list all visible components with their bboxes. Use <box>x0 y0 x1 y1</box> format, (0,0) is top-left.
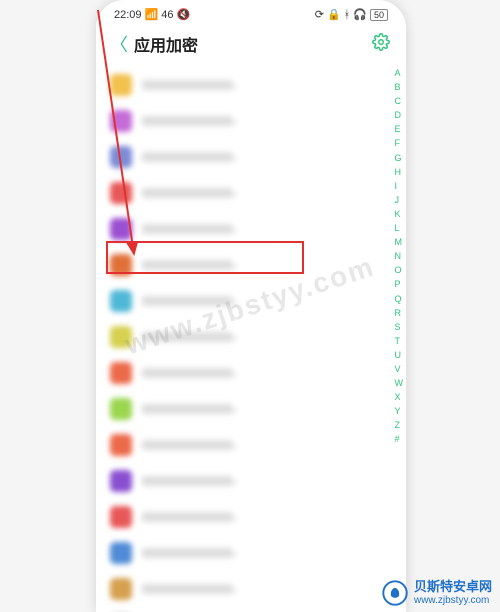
brand-logo-icon <box>382 580 408 606</box>
app-name-label <box>142 440 232 450</box>
app-icon <box>110 218 132 240</box>
brand-url: www.zjbstyy.com <box>414 595 492 607</box>
chevron-right-icon: › <box>232 365 237 381</box>
nav-bar: 〈 应用加密 <box>96 25 406 67</box>
chevron-right-icon: › <box>232 329 237 345</box>
chevron-right-icon: › <box>232 257 237 273</box>
app-row[interactable]: › <box>96 427 406 463</box>
app-icon <box>110 110 132 132</box>
app-row[interactable]: › <box>96 463 406 499</box>
app-name-label <box>142 332 232 342</box>
sync-icon: ⟳ <box>315 8 324 21</box>
app-row[interactable]: › <box>96 211 406 247</box>
app-name-label <box>142 296 232 306</box>
app-icon <box>110 398 132 420</box>
brand-name: 贝斯特安卓网 <box>414 580 492 595</box>
app-name-label <box>142 116 232 126</box>
app-row[interactable]: › <box>96 607 406 612</box>
app-name-label <box>142 80 232 90</box>
app-row[interactable]: › <box>96 67 406 103</box>
signal-icon: 📶 <box>145 8 159 21</box>
chevron-right-icon: › <box>232 149 237 165</box>
app-row[interactable]: › <box>96 283 406 319</box>
app-icon <box>110 290 132 312</box>
page-title: 应用加密 <box>134 32 198 56</box>
back-button[interactable]: 〈 <box>110 31 128 57</box>
chevron-right-icon: › <box>232 293 237 309</box>
app-name-label <box>142 368 232 378</box>
app-icon <box>110 254 132 276</box>
battery-icon: 50 <box>370 9 388 21</box>
app-name-label <box>142 584 232 594</box>
chevron-right-icon: › <box>232 509 237 525</box>
chevron-right-icon: › <box>232 185 237 201</box>
app-row[interactable]: › <box>96 535 406 571</box>
app-name-label <box>142 260 232 270</box>
chevron-right-icon: › <box>232 221 237 237</box>
app-row[interactable]: › <box>96 571 406 607</box>
app-row[interactable]: › <box>96 319 406 355</box>
watermark-brand: 贝斯特安卓网 www.zjbstyy.com <box>382 580 492 606</box>
bluetooth-icon: ᚼ <box>344 9 351 21</box>
mute-icon: 🔇 <box>176 8 190 21</box>
chevron-right-icon: › <box>232 77 237 93</box>
settings-button[interactable] <box>372 33 390 56</box>
status-extra: 46 <box>161 9 173 21</box>
app-name-label <box>142 188 232 198</box>
app-row[interactable]: › <box>96 247 406 283</box>
chevron-right-icon: › <box>232 437 237 453</box>
app-icon <box>110 434 132 456</box>
chevron-right-icon: › <box>232 545 237 561</box>
app-row[interactable]: › <box>96 499 406 535</box>
app-name-label <box>142 476 232 486</box>
chevron-right-icon: › <box>232 473 237 489</box>
app-list: ABCDEFGHIJKLMNOPQRSTUVWXYZ# ››››››››››››… <box>96 67 406 612</box>
app-icon <box>110 470 132 492</box>
chevron-right-icon: › <box>232 401 237 417</box>
phone-frame: 22:09 📶 46 🔇 ⟳ 🔒 ᚼ 🎧 50 〈 应用加密 ABCDEFGHI… <box>96 0 406 612</box>
headphone-icon: 🎧 <box>353 8 367 21</box>
status-bar: 22:09 📶 46 🔇 ⟳ 🔒 ᚼ 🎧 50 <box>96 0 406 25</box>
app-row[interactable]: › <box>96 103 406 139</box>
app-row[interactable]: › <box>96 355 406 391</box>
chevron-right-icon: › <box>232 581 237 597</box>
app-name-label <box>142 152 232 162</box>
app-row[interactable]: › <box>96 139 406 175</box>
lock-icon: 🔒 <box>327 8 341 21</box>
app-icon <box>110 182 132 204</box>
app-icon <box>110 146 132 168</box>
app-icon <box>110 362 132 384</box>
app-icon <box>110 74 132 96</box>
app-icon <box>110 578 132 600</box>
app-name-label <box>142 404 232 414</box>
app-name-label <box>142 512 232 522</box>
app-icon <box>110 326 132 348</box>
chevron-right-icon: › <box>232 113 237 129</box>
app-icon <box>110 542 132 564</box>
app-row[interactable]: › <box>96 391 406 427</box>
app-name-label <box>142 548 232 558</box>
app-name-label <box>142 224 232 234</box>
app-row[interactable]: › <box>96 175 406 211</box>
status-time: 22:09 <box>114 9 142 21</box>
app-icon <box>110 506 132 528</box>
